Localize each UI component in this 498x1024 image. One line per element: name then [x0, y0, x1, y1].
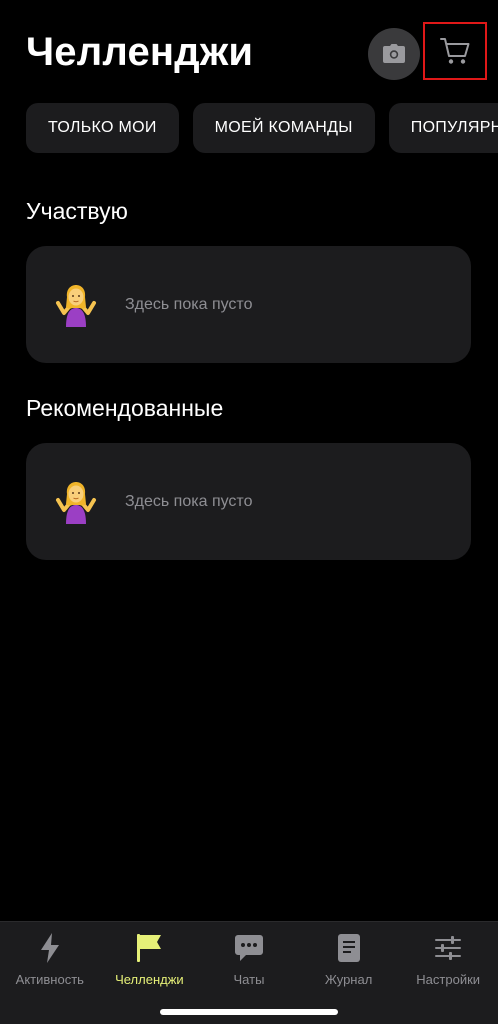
lightning-icon — [34, 932, 66, 964]
tab-settings[interactable]: Настройки — [398, 922, 498, 1024]
filter-chips: ТОЛЬКО МОИ МОЕЙ КОМАНДЫ ПОПУЛЯРНЫЕ — [26, 103, 498, 153]
section-title-recommended: Рекомендованные — [26, 395, 224, 421]
tab-label: Челленджи — [115, 972, 184, 987]
tab-activity[interactable]: Активность — [0, 922, 100, 1024]
sliders-icon — [432, 932, 464, 964]
page-title: Челленджи — [26, 30, 254, 74]
filter-only-mine[interactable]: ТОЛЬКО МОИ — [26, 103, 179, 153]
challenges-screen: Челленджи ТОЛЬКО МОИ МОЕЙ КОМАНДЫ ПОПУЛЯ… — [0, 0, 498, 1024]
cart-icon — [440, 38, 470, 64]
shrug-person-icon — [54, 480, 98, 524]
participating-empty-card: Здесь пока пусто — [26, 246, 471, 363]
tab-label: Настройки — [416, 972, 481, 987]
journal-icon — [333, 932, 365, 964]
tab-label: Чаты — [233, 972, 265, 987]
tab-label: Журнал — [324, 972, 373, 987]
flag-icon — [133, 932, 165, 964]
filter-popular[interactable]: ПОПУЛЯРНЫЕ — [388, 103, 498, 153]
camera-button[interactable] — [368, 28, 420, 80]
empty-state-text: Здесь пока пусто — [125, 295, 253, 313]
section-title-participating: Участвую — [26, 198, 128, 224]
tab-label: Активность — [15, 972, 84, 987]
shrug-person-icon — [54, 283, 98, 327]
camera-icon — [383, 44, 405, 63]
empty-state-text: Здесь пока пусто — [125, 492, 253, 510]
filter-my-team[interactable]: МОЕЙ КОМАНДЫ — [192, 103, 375, 153]
home-indicator — [160, 1009, 338, 1015]
recommended-empty-card: Здесь пока пусто — [26, 443, 471, 560]
cart-button[interactable] — [423, 22, 487, 80]
chat-bubble-icon — [233, 932, 265, 964]
